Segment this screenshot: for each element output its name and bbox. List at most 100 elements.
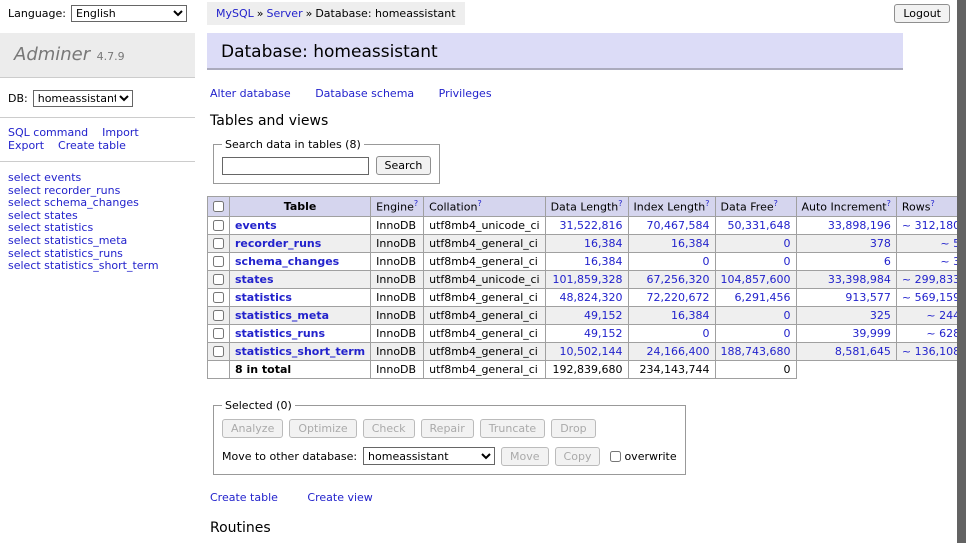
help-icon[interactable]: ? (618, 199, 622, 208)
scrollbar[interactable] (957, 0, 966, 543)
help-icon[interactable]: ? (887, 199, 891, 208)
table-link[interactable]: statistics_meta (235, 309, 329, 322)
data-length-link[interactable]: 101,859,328 (553, 273, 623, 286)
row-checkbox[interactable] (213, 292, 224, 303)
auto-increment-link[interactable]: 6 (884, 255, 891, 268)
move-button[interactable]: Move (501, 447, 549, 466)
data-free-link[interactable]: 0 (784, 309, 791, 322)
table-link[interactable]: events (235, 219, 277, 232)
auto-increment-link[interactable]: 39,999 (852, 327, 891, 340)
create-view-link[interactable]: Create view (307, 491, 372, 504)
auto-increment-link[interactable]: 378 (870, 237, 891, 250)
drop-button[interactable]: Drop (551, 419, 595, 438)
move-database-select[interactable]: homeassistant (363, 447, 495, 465)
table-link[interactable]: statistics (235, 291, 292, 304)
overwrite-checkbox[interactable] (610, 451, 621, 462)
logout-button[interactable]: Logout (894, 4, 950, 23)
table-link[interactable]: statistics_short_term (235, 345, 365, 358)
auto-increment-link[interactable]: 325 (870, 309, 891, 322)
data-length-link[interactable]: 49,152 (584, 327, 623, 340)
data-free-link[interactable]: 0 (784, 237, 791, 250)
sidebar-export-link[interactable]: Export (8, 139, 44, 152)
data-length-link[interactable]: 48,824,320 (560, 291, 623, 304)
language-select[interactable]: English (71, 5, 187, 22)
index-length-link[interactable]: 70,467,584 (647, 219, 710, 232)
sidebar-select-recorder-runs-link[interactable]: select recorder_runs (8, 184, 120, 197)
breadcrumb-server-link[interactable]: Server (267, 7, 303, 20)
truncate-button[interactable]: Truncate (480, 419, 545, 438)
auto-increment-link[interactable]: 913,577 (845, 291, 891, 304)
search-button[interactable]: Search (376, 156, 432, 175)
sidebar-import-link[interactable]: Import (102, 126, 139, 139)
data-free-link[interactable]: 0 (784, 255, 791, 268)
sidebar-select-statistics-runs-link[interactable]: select statistics_runs (8, 247, 123, 260)
row-checkbox[interactable] (213, 328, 224, 339)
rows-link[interactable]: ~ 299,833 (902, 273, 960, 286)
create-table-link[interactable]: Create table (210, 491, 278, 504)
optimize-button[interactable]: Optimize (289, 419, 356, 438)
row-checkbox[interactable] (213, 346, 224, 357)
rows-link[interactable]: ~ 136,108 (902, 345, 960, 358)
data-length-link[interactable]: 49,152 (584, 309, 623, 322)
breadcrumb-mysql-link[interactable]: MySQL (216, 7, 254, 20)
sidebar-select-statistics-short-term-link[interactable]: select statistics_short_term (8, 259, 159, 272)
row-checkbox[interactable] (213, 238, 224, 249)
sidebar-select-events-link[interactable]: select events (8, 171, 81, 184)
col-header-data-length: Data Length? (545, 197, 628, 217)
check-button[interactable]: Check (363, 419, 415, 438)
help-icon[interactable]: ? (930, 199, 934, 208)
data-length-link[interactable]: 31,522,816 (560, 219, 623, 232)
rows-link[interactable]: ~ 312,180 (902, 219, 960, 232)
table-link[interactable]: statistics_runs (235, 327, 325, 340)
help-icon[interactable]: ? (477, 199, 481, 208)
auto-increment-link[interactable]: 8,581,645 (835, 345, 891, 358)
copy-button[interactable]: Copy (555, 447, 601, 466)
index-length-link[interactable]: 24,166,400 (647, 345, 710, 358)
data-free-link[interactable]: 0 (784, 327, 791, 340)
alter-database-link[interactable]: Alter database (210, 87, 291, 100)
index-length-link[interactable]: 16,384 (671, 309, 710, 322)
index-length-link[interactable]: 0 (703, 327, 710, 340)
data-free-link[interactable]: 104,857,600 (721, 273, 791, 286)
sidebar-select-statistics-meta-link[interactable]: select statistics_meta (8, 234, 127, 247)
auto-increment-link[interactable]: 33,398,984 (828, 273, 891, 286)
table-link[interactable]: recorder_runs (235, 237, 321, 250)
table-link[interactable]: schema_changes (235, 255, 339, 268)
index-length-link[interactable]: 72,220,672 (647, 291, 710, 304)
row-checkbox[interactable] (213, 220, 224, 231)
index-length-link[interactable]: 16,384 (671, 237, 710, 250)
data-free-link[interactable]: 50,331,648 (728, 219, 791, 232)
help-icon[interactable]: ? (705, 199, 709, 208)
help-icon[interactable]: ? (414, 199, 418, 208)
repair-button[interactable]: Repair (421, 419, 474, 438)
data-length-link[interactable]: 10,502,144 (560, 345, 623, 358)
col-header-auto-increment: Auto Increment? (796, 197, 896, 217)
table-link[interactable]: states (235, 273, 274, 286)
privileges-link[interactable]: Privileges (439, 87, 492, 100)
select-all-checkbox[interactable] (213, 201, 224, 212)
row-checkbox[interactable] (213, 310, 224, 321)
db-select[interactable]: homeassistant (33, 90, 133, 107)
sidebar-create-table-link[interactable]: Create table (58, 139, 126, 152)
database-schema-link[interactable]: Database schema (315, 87, 414, 100)
index-length-link[interactable]: 0 (703, 255, 710, 268)
rows-link[interactable]: ~ 244 (926, 309, 960, 322)
sidebar-select-states-link[interactable]: select states (8, 209, 78, 222)
sidebar-select-statistics-link[interactable]: select statistics (8, 221, 93, 234)
data-length-link[interactable]: 16,384 (584, 255, 623, 268)
rows-link[interactable]: ~ 569,159 (902, 291, 960, 304)
search-input[interactable] (222, 157, 369, 175)
sidebar-select-schema-changes-link[interactable]: select schema_changes (8, 196, 139, 209)
rows-link[interactable]: ~ 628 (926, 327, 960, 340)
auto-increment-link[interactable]: 33,898,196 (828, 219, 891, 232)
index-length-link[interactable]: 67,256,320 (647, 273, 710, 286)
move-row: Move to other database: homeassistant Mo… (222, 447, 677, 466)
data-free-link[interactable]: 6,291,456 (735, 291, 791, 304)
sidebar-sql-command-link[interactable]: SQL command (8, 126, 88, 139)
data-length-link[interactable]: 16,384 (584, 237, 623, 250)
row-checkbox[interactable] (213, 274, 224, 285)
help-icon[interactable]: ? (774, 199, 778, 208)
row-checkbox[interactable] (213, 256, 224, 267)
analyze-button[interactable]: Analyze (222, 419, 283, 438)
data-free-link[interactable]: 188,743,680 (721, 345, 791, 358)
